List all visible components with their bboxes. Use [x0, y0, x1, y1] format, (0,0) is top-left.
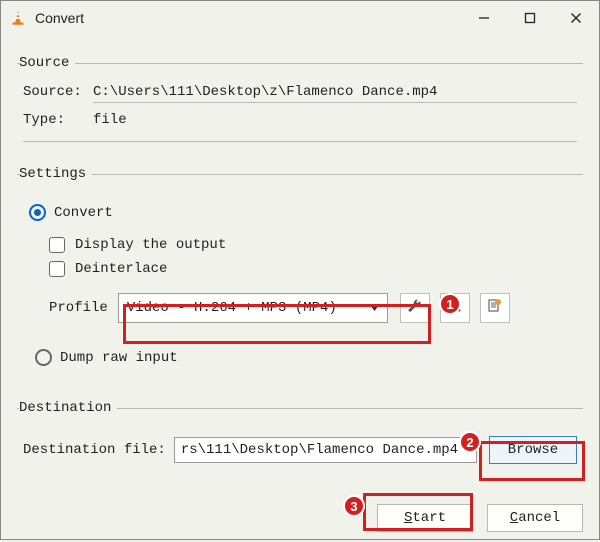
destination-input[interactable]: rs\111\Desktop\Flamenco Dance.mp4	[174, 437, 477, 463]
destination-label: Destination file:	[23, 442, 166, 458]
window-buttons	[461, 1, 599, 35]
window-title: Convert	[35, 10, 84, 26]
chevron-down-icon	[370, 300, 379, 316]
display-output-label: Display the output	[75, 237, 226, 253]
minimize-button[interactable]	[461, 1, 507, 35]
convert-radio-label: Convert	[54, 205, 113, 221]
source-label: Source:	[23, 84, 93, 100]
radio-unchecked-icon	[35, 349, 52, 366]
display-output-checkbox[interactable]: Display the output	[29, 237, 571, 253]
browse-label: Browse	[508, 442, 558, 458]
browse-button[interactable]: Browse	[489, 436, 577, 464]
annotation-badge-1: 1	[439, 293, 461, 315]
cancel-button[interactable]: Cancel	[487, 504, 583, 532]
convert-radio[interactable]: Convert	[29, 204, 571, 221]
settings-legend: Settings	[19, 166, 92, 182]
settings-group: Settings Convert Display the output Dein…	[17, 166, 583, 388]
profile-select[interactable]: Video - H.264 + MP3 (MP4)	[118, 293, 388, 323]
dump-radio[interactable]: Dump raw input	[35, 349, 571, 366]
deinterlace-checkbox[interactable]: Deinterlace	[29, 261, 571, 277]
annotation-badge-2: 2	[459, 431, 481, 453]
annotation-badge-3: 3	[343, 495, 365, 517]
vlc-cone-icon	[9, 9, 27, 27]
wrench-icon	[407, 298, 423, 319]
dialog-buttons: Start Cancel	[1, 500, 599, 542]
dump-radio-label: Dump raw input	[60, 350, 178, 366]
checkbox-icon	[49, 261, 65, 277]
deinterlace-label: Deinterlace	[75, 261, 167, 277]
type-label: Type:	[23, 112, 93, 128]
close-button[interactable]	[553, 1, 599, 35]
start-label: Start	[404, 510, 446, 526]
destination-value: rs\111\Desktop\Flamenco Dance.mp4	[181, 442, 458, 458]
titlebar: Convert	[1, 1, 599, 35]
source-group: Source Source: C:\Users\111\Desktop\z\Fl…	[17, 55, 583, 148]
new-document-icon	[487, 298, 502, 318]
type-value: file	[93, 109, 577, 131]
source-value: C:\Users\111\Desktop\z\Flamenco Dance.mp…	[93, 81, 577, 103]
new-profile-button[interactable]	[480, 293, 510, 323]
start-button[interactable]: Start	[377, 504, 473, 532]
destination-legend: Destination	[19, 400, 117, 416]
cancel-label: Cancel	[510, 510, 560, 526]
checkbox-icon	[49, 237, 65, 253]
source-legend: Source	[19, 55, 75, 71]
edit-profile-button[interactable]	[400, 293, 430, 323]
profile-value: Video - H.264 + MP3 (MP4)	[127, 300, 337, 316]
profile-label: Profile	[49, 300, 108, 316]
destination-group: Destination Destination file: rs\111\Des…	[17, 400, 583, 474]
maximize-button[interactable]	[507, 1, 553, 35]
radio-checked-icon	[29, 204, 46, 221]
